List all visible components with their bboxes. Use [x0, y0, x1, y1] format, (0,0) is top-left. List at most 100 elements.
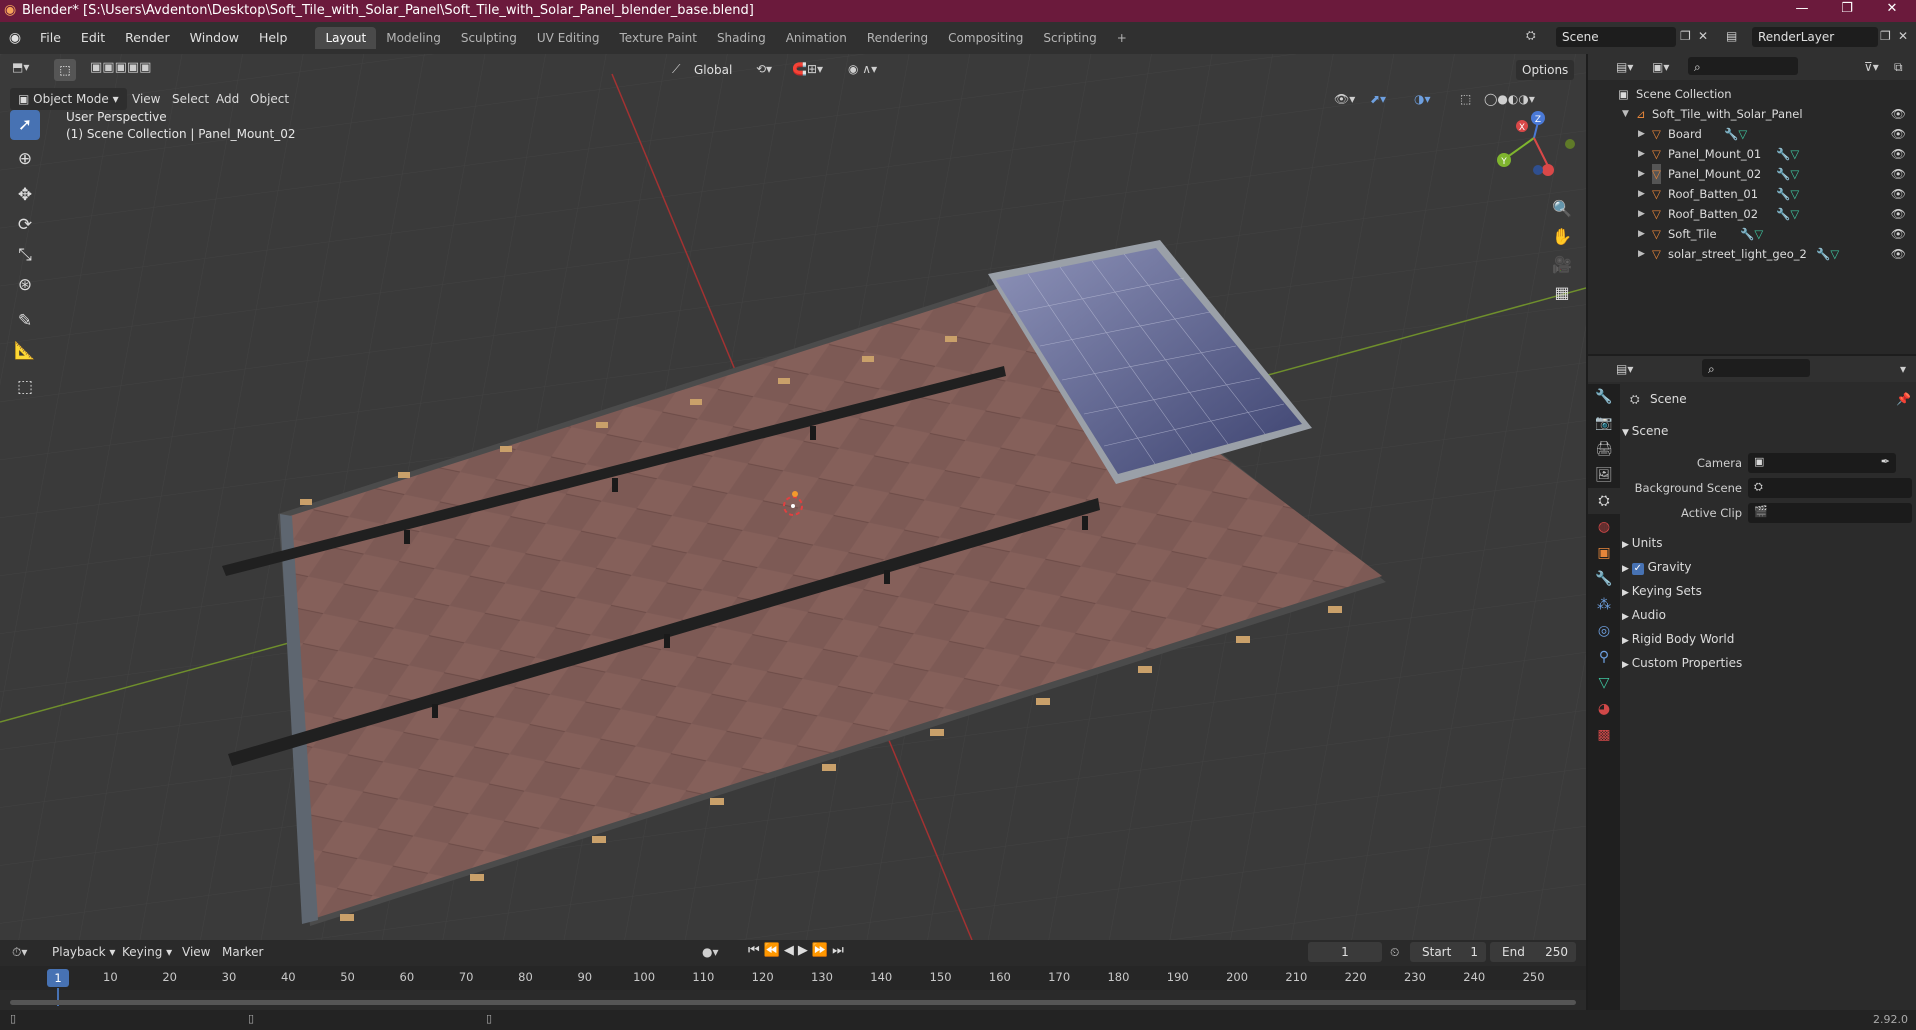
shading-modes-icon[interactable]: ◯●◐◑▾ — [1484, 92, 1535, 106]
expand-triangle-icon[interactable]: ▶ — [1638, 144, 1645, 164]
menu-help[interactable]: Help — [249, 22, 298, 54]
tab-constraints[interactable]: ⚲ — [1588, 644, 1620, 670]
menu-window[interactable]: Window — [180, 22, 249, 54]
eye-icon[interactable]: 👁 — [1891, 184, 1906, 204]
outliner-type-icon[interactable]: ▤▾ — [1616, 60, 1633, 74]
outliner-object-row[interactable]: ▶ ▽ Soft_Tile 🔧▽ 👁 — [1588, 224, 1916, 244]
outliner-collection-row[interactable]: ▼ ⊿ Soft_Tile_with_Solar_Panel 👁 — [1588, 104, 1916, 124]
proportional-edit-icon[interactable]: ◉ ∧▾ — [848, 62, 877, 76]
timeline-type-icon[interactable]: ⏱▾ — [12, 945, 27, 960]
xray-icon[interactable]: ⬚ — [1460, 92, 1471, 106]
menu-render[interactable]: Render — [115, 22, 180, 54]
playback-controls[interactable]: ⏮⏪◀▶⏩⏭ — [748, 943, 848, 958]
outliner-scene-collection[interactable]: ▣ Scene Collection — [1588, 84, 1916, 104]
scene-icon[interactable]: ⛭ — [1526, 28, 1536, 43]
tab-animation[interactable]: Animation — [776, 27, 857, 49]
scene-selector[interactable]: Scene — [1556, 27, 1676, 47]
expand-triangle-icon[interactable]: ▶ — [1638, 184, 1645, 204]
move-tool[interactable]: ✥ — [10, 180, 40, 210]
outliner-search-input[interactable]: ⌕ — [1688, 57, 1798, 75]
pin-icon[interactable]: 📌 — [1896, 392, 1911, 406]
tab-texture[interactable]: ▩ — [1588, 722, 1620, 748]
properties-type-icon[interactable]: ▤▾ — [1616, 362, 1633, 376]
end-frame-field[interactable]: End 250 — [1490, 942, 1576, 962]
playhead-frame-badge[interactable]: 1 — [47, 969, 69, 987]
menu-file[interactable]: File — [30, 22, 71, 54]
transform-orientation-icon[interactable]: ⟋ — [672, 62, 680, 77]
menu-keying[interactable]: Keying ▾ — [114, 941, 180, 963]
timeline-scrollbar[interactable] — [10, 1000, 1576, 1005]
camera-field[interactable]: ▣ ✒ — [1748, 453, 1896, 473]
menu-view[interactable]: View — [124, 88, 168, 110]
annotate-tool[interactable]: ✎ — [10, 306, 40, 336]
transform-orientation-selector[interactable]: Global — [688, 60, 748, 80]
render-layer-icon[interactable]: ▤ — [1726, 29, 1737, 43]
render-layer-selector[interactable]: RenderLayer — [1752, 27, 1878, 47]
tab-texture-paint[interactable]: Texture Paint — [610, 27, 707, 49]
properties-options-icon[interactable]: ▾ — [1900, 362, 1906, 376]
eyedropper-icon[interactable]: ✒ — [1881, 455, 1890, 468]
blender-menu-icon[interactable]: ◉ — [0, 30, 30, 46]
menu-edit[interactable]: Edit — [71, 22, 115, 54]
keying-sets-panel[interactable]: ▶ Keying Sets — [1622, 580, 1702, 602]
scale-tool[interactable]: ⤡ — [10, 240, 40, 270]
maximize-button[interactable]: ❐ — [1827, 1, 1867, 16]
expand-triangle-icon[interactable]: ▶ — [1638, 124, 1645, 144]
expand-triangle-icon[interactable]: ▶ — [1638, 164, 1645, 184]
transform-tool[interactable]: ⊛ — [10, 270, 40, 300]
eye-icon[interactable]: 👁 — [1891, 224, 1906, 244]
units-panel[interactable]: ▶ Units — [1622, 532, 1662, 554]
new-scene-icon[interactable]: ❐ — [1680, 29, 1691, 43]
viewport-scene[interactable]: Z Y X — [0, 54, 1586, 940]
eye-icon[interactable]: 👁 — [1891, 204, 1906, 224]
tab-layout[interactable]: Layout — [315, 27, 377, 49]
menu-timeline-view[interactable]: View — [174, 941, 218, 963]
background-scene-field[interactable]: ⛭ — [1748, 478, 1912, 498]
tab-shading[interactable]: Shading — [707, 27, 776, 49]
expand-triangle-icon[interactable]: ▼ — [1622, 104, 1629, 124]
display-mode-icon[interactable]: ▣▾ — [1652, 60, 1669, 74]
eye-icon[interactable]: 👁 — [1891, 124, 1906, 144]
active-clip-field[interactable]: 🎬 — [1748, 503, 1912, 523]
tab-render[interactable]: 📷 — [1588, 410, 1620, 436]
add-cube-tool[interactable]: ⬚ — [10, 372, 40, 402]
new-layer-icon[interactable]: ❐ — [1880, 29, 1891, 43]
selection-modes-icon[interactable]: ▣▣▣▣▣ — [90, 60, 151, 75]
outliner-object-row[interactable]: ▶ ▽ solar_street_light_geo_2 🔧▽ 👁 — [1588, 244, 1916, 264]
3d-viewport[interactable]: Z Y X ⬒▾ ⬚ ▣▣▣▣▣ ⟋ Global ⟲▾ 🧲⊞▾ ◉ ∧▾ Op… — [0, 54, 1586, 940]
tab-scene[interactable]: ⛭ — [1588, 488, 1620, 514]
eye-icon[interactable]: 👁 — [1891, 244, 1906, 264]
expand-triangle-icon[interactable]: ▶ — [1638, 204, 1645, 224]
options-button[interactable]: Options — [1516, 60, 1575, 80]
tab-particles[interactable]: ⁂ — [1588, 592, 1620, 618]
tab-modifiers[interactable]: 🔧 — [1588, 566, 1620, 592]
tab-compositing[interactable]: Compositing — [938, 27, 1033, 49]
minimize-button[interactable]: — — [1782, 1, 1822, 16]
tab-data[interactable]: ▽ — [1588, 670, 1620, 696]
ortho-toggle-button[interactable]: ▦ — [1548, 278, 1576, 306]
tab-world[interactable]: ◍ — [1588, 514, 1620, 540]
tab-sculpting[interactable]: Sculpting — [451, 27, 527, 49]
tab-scripting[interactable]: Scripting — [1033, 27, 1106, 49]
scene-section-header[interactable]: ▼ Scene — [1622, 420, 1668, 442]
expand-triangle-icon[interactable]: ▶ — [1638, 224, 1645, 244]
custom-properties-panel[interactable]: ▶ Custom Properties — [1622, 652, 1742, 674]
measure-tool[interactable]: 📐 — [10, 336, 40, 366]
tab-material[interactable]: ◕ — [1588, 696, 1620, 722]
visibility-icon[interactable]: 👁▾ — [1334, 92, 1355, 106]
snap-icon[interactable]: 🧲⊞▾ — [792, 62, 823, 76]
delete-layer-icon[interactable]: ✕ — [1898, 29, 1908, 43]
menu-playback[interactable]: Playback ▾ — [44, 941, 123, 963]
outliner-object-row[interactable]: ▶ ▽ Roof_Batten_01 🔧▽ 👁 — [1588, 184, 1916, 204]
tab-uv-editing[interactable]: UV Editing — [527, 27, 610, 49]
select-mode-icon[interactable]: ⬚ — [54, 59, 76, 81]
outliner-object-row[interactable]: ▶ ▽ Panel_Mount_01 🔧▽ 👁 — [1588, 144, 1916, 164]
audio-panel[interactable]: ▶ Audio — [1622, 604, 1666, 626]
overlay-toggle-icon[interactable]: ◑▾ — [1414, 92, 1431, 106]
tab-view-layer[interactable]: 🖼 — [1588, 462, 1620, 488]
select-box-tool[interactable]: ➚ — [10, 110, 40, 140]
gravity-checkbox[interactable]: ✓ — [1631, 563, 1644, 575]
editor-type-icon[interactable]: ⬒▾ — [12, 60, 29, 74]
close-button[interactable]: ✕ — [1872, 1, 1912, 16]
eye-icon[interactable]: 👁 — [1891, 144, 1906, 164]
